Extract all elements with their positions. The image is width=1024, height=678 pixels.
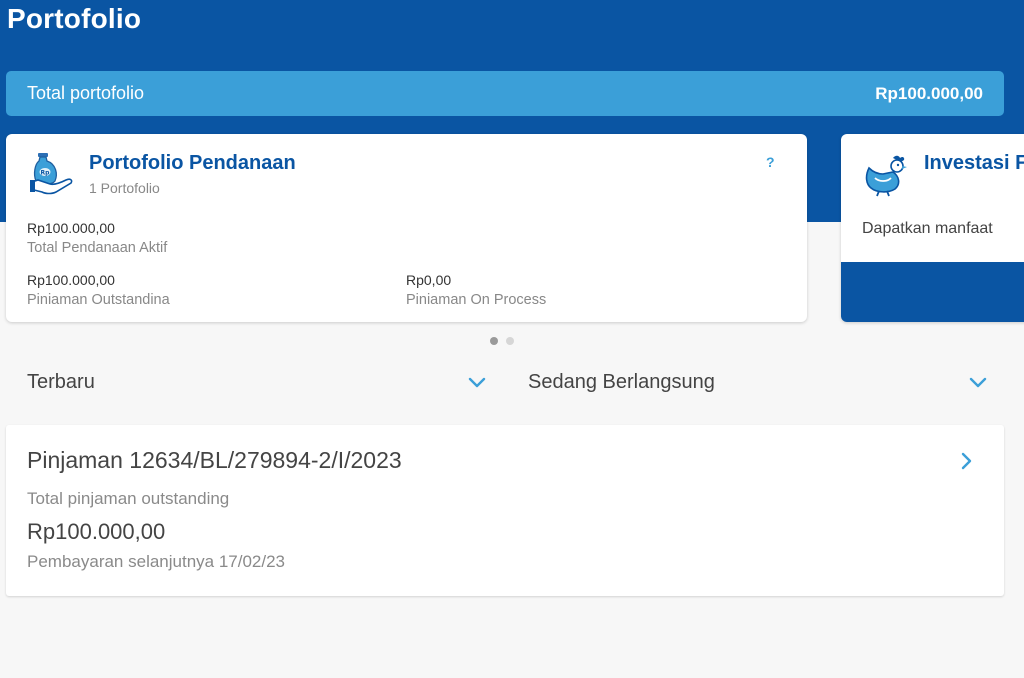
sort-dropdown-label: Terbaru	[27, 370, 95, 393]
page-title: Portofolio	[7, 3, 142, 34]
svg-text:Rp: Rp	[41, 170, 51, 177]
loan-outstanding-label: Total pinjaman outstanding	[27, 489, 230, 508]
investasi-description: Dapatkan manfaat	[862, 220, 993, 237]
chevron-down-icon	[468, 377, 486, 388]
loan-next-payment: Pembayaran selanjutnya 17/02/23	[27, 552, 286, 571]
total-portfolio-bar: Total portofolio Rp100.000,00	[6, 71, 1004, 116]
loan-list-item[interactable]: Pinjaman 12634/BL/279894-2/I/2023 Total …	[6, 425, 1004, 596]
outstanding-loan-value: Rp100.000,00	[27, 272, 115, 288]
total-portfolio-value: Rp100.000,00	[875, 83, 983, 103]
status-dropdown-label: Sedang Berlangsung	[528, 370, 715, 393]
chevron-right-icon	[961, 452, 972, 470]
investasi-card-footer	[841, 262, 1024, 322]
carousel-pager	[490, 337, 514, 345]
total-portfolio-label: Total portofolio	[27, 83, 145, 103]
investasi-card[interactable]: Investasi F Dapatkan manfaat	[841, 134, 1024, 322]
process-loan-label: Piniaman On Process	[406, 292, 547, 308]
chicken-icon	[865, 155, 907, 197]
active-funding-value: Rp100.000,00	[27, 220, 115, 236]
help-button[interactable]: ?	[766, 154, 775, 170]
investasi-title: Investasi F	[924, 152, 1024, 174]
sort-dropdown[interactable]: Terbaru	[27, 362, 487, 402]
portfolio-pendanaan-card[interactable]: Rp Portofolio Pendanaan 1 Portofolio ? R…	[6, 134, 807, 322]
outstanding-loan-label: Piniaman Outstandina	[27, 292, 170, 308]
pager-dot[interactable]	[506, 337, 514, 345]
process-loan-value: Rp0,00	[406, 272, 452, 288]
card-title: Portofolio Pendanaan	[89, 152, 296, 174]
money-bag-hand-icon: Rp	[30, 153, 73, 195]
portfolio-page: Portofolio Total portofolio Rp100.000,00…	[0, 0, 1024, 678]
chevron-down-icon	[969, 377, 987, 388]
card-subtitle: 1 Portofolio	[89, 180, 160, 196]
active-funding-label: Total Pendanaan Aktif	[27, 240, 168, 256]
loan-amount: Rp100.000,00	[27, 519, 166, 544]
loan-title: Pinjaman 12634/BL/279894-2/I/2023	[27, 447, 402, 473]
status-dropdown[interactable]: Sedang Berlangsung	[528, 362, 988, 402]
pager-dot-active[interactable]	[490, 337, 498, 345]
